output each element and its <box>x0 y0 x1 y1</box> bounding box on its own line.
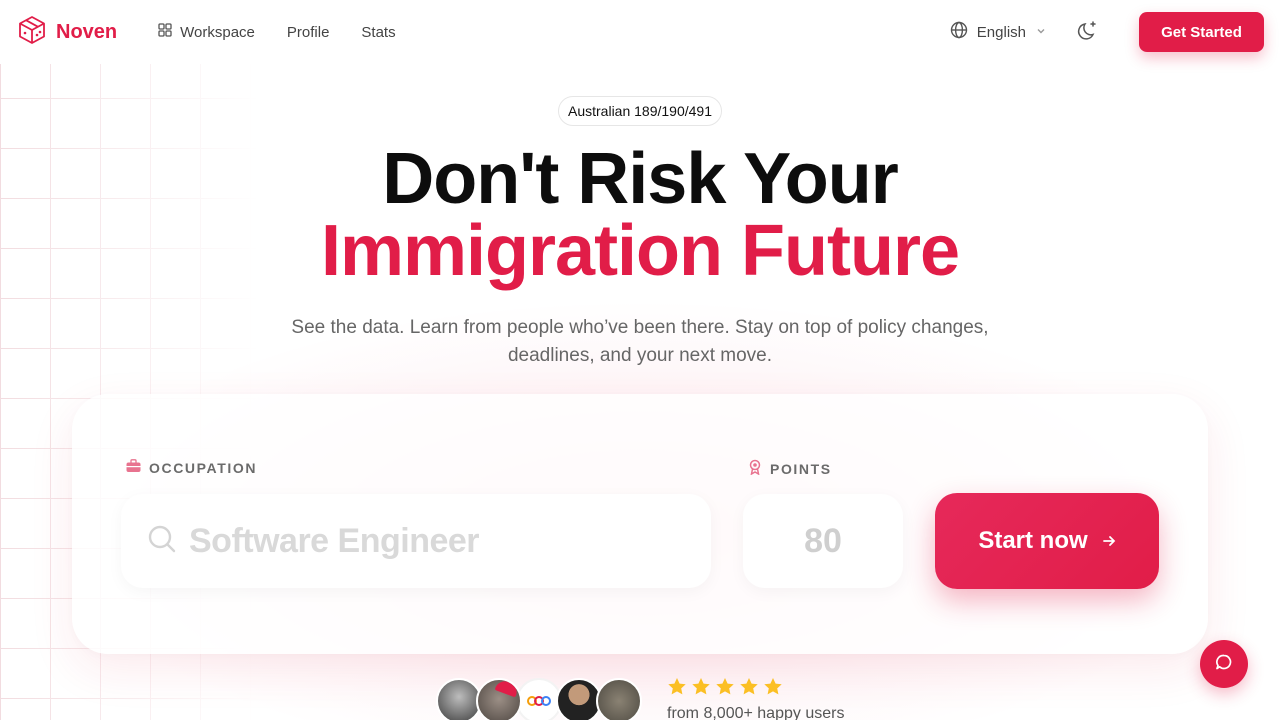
chevron-down-icon <box>1035 24 1047 41</box>
avatar <box>596 678 642 720</box>
theme-toggle[interactable] <box>1077 19 1099 46</box>
visa-badge: Australian 189/190/491 <box>558 96 722 126</box>
occupation-label-text: OCCUPATION <box>149 459 258 476</box>
brand-name: Noven <box>56 20 118 43</box>
main-nav: Workspace Profile Stats <box>158 23 396 41</box>
cube-logo-icon <box>18 15 46 50</box>
social-proof-text: from 8,000+ happy users <box>667 705 845 720</box>
language-selector[interactable]: English <box>950 21 1047 43</box>
hero-title-line1: Don't Risk Your <box>382 139 899 219</box>
occupation-placeholder: Software Engineer <box>189 521 480 560</box>
nav-item-label: Workspace <box>180 23 255 41</box>
chat-bubble-icon <box>1215 653 1233 676</box>
chat-button[interactable] <box>1200 640 1248 688</box>
globe-icon <box>950 21 968 43</box>
points-label: POINTS <box>748 459 832 478</box>
language-label: English <box>976 23 1026 41</box>
star-icon <box>739 677 759 701</box>
get-started-button[interactable]: Get Started <box>1139 12 1264 52</box>
award-icon <box>748 459 762 478</box>
nav-item-stats[interactable]: Stats <box>361 24 395 41</box>
points-label-text: POINTS <box>770 460 832 477</box>
occupation-label: OCCUPATION <box>126 459 257 476</box>
grid-icon <box>158 23 172 41</box>
nav-item-label: Stats <box>361 23 396 41</box>
top-navbar: Noven Workspace Profile Stats English Ge… <box>0 0 1280 64</box>
arrow-right-icon <box>1102 527 1116 555</box>
user-avatars <box>436 678 642 720</box>
star-icon <box>715 677 735 701</box>
start-now-button[interactable]: Start now <box>935 493 1159 589</box>
nav-item-label: Profile <box>286 23 330 41</box>
search-icon <box>147 524 177 559</box>
nav-item-workspace[interactable]: Workspace <box>158 23 255 41</box>
hero-subtitle: See the data. Learn from people who’ve b… <box>291 317 989 366</box>
moon-icon <box>1077 19 1099 46</box>
brand-logo[interactable]: Noven <box>18 15 117 50</box>
star-icon <box>763 677 783 701</box>
start-now-label: Start now <box>978 527 1088 554</box>
points-placeholder: 80 <box>804 521 842 560</box>
star-icon <box>667 677 687 701</box>
occupation-input[interactable]: Software Engineer <box>121 494 711 588</box>
rating-stars <box>667 677 783 701</box>
hero-title-line2: Immigration Future <box>320 211 960 291</box>
briefcase-icon <box>126 459 141 476</box>
points-input[interactable]: 80 <box>743 494 903 588</box>
star-icon <box>691 677 711 701</box>
avatar <box>476 678 522 720</box>
nav-item-profile[interactable]: Profile <box>287 24 330 41</box>
